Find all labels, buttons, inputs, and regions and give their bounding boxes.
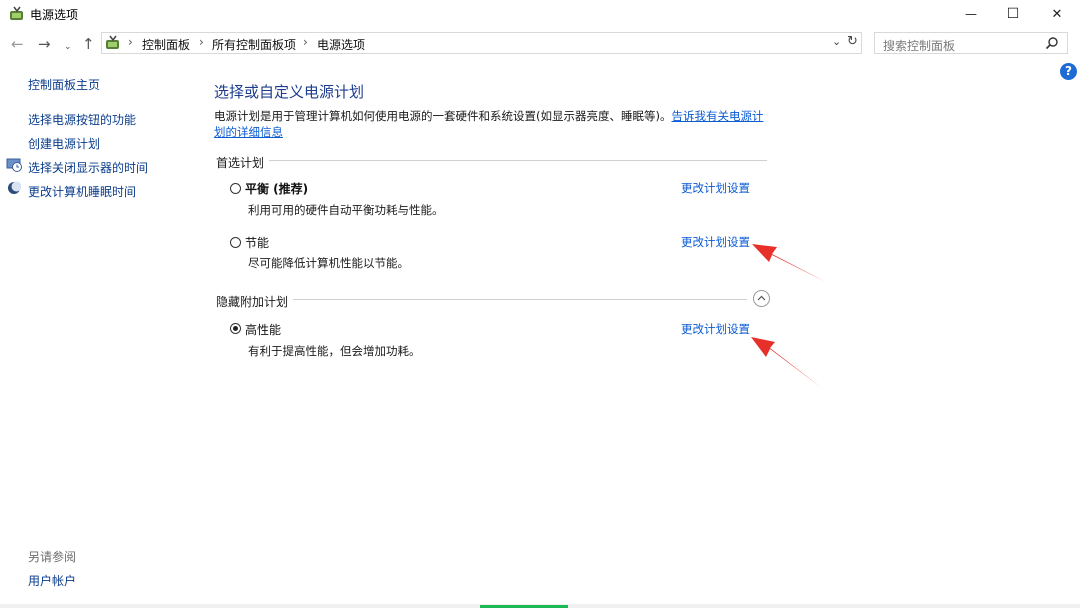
sidebar-item-home[interactable]: 控制面板主页	[28, 76, 100, 93]
change-plan-settings-link[interactable]: 更改计划设置	[681, 234, 750, 250]
chevron-up-icon	[757, 295, 766, 301]
breadcrumb-separator: ›	[128, 35, 133, 49]
hidden-plans-label: 隐藏附加计划	[216, 295, 289, 309]
breadcrumb-separator: ›	[199, 35, 204, 49]
plan-name-high-performance[interactable]: 高性能	[245, 321, 281, 338]
annotation-arrow	[752, 244, 826, 282]
preferred-plans-label: 首选计划	[216, 156, 265, 170]
annotation-arrows	[751, 244, 826, 388]
title-bar	[0, 0, 1080, 28]
forward-button[interactable]: →	[38, 35, 51, 53]
page-description: 电源计划是用于管理计算机如何使用电源的一套硬件和系统设置(如显示器亮度、睡眠等)…	[214, 108, 774, 140]
plan-radio-high-performance[interactable]	[230, 323, 241, 334]
breadcrumb-separator: ›	[303, 35, 308, 49]
help-icon[interactable]: ?	[1060, 63, 1077, 80]
divider	[293, 299, 747, 300]
collapse-button[interactable]	[753, 290, 770, 307]
description-text: 电源计划是用于管理计算机如何使用电源的一套硬件和系统设置(如显示器亮度、睡眠等)…	[214, 109, 672, 123]
plan-desc-power-saver: 尽可能降低计算机性能以节能。	[248, 256, 409, 270]
window-title: 电源选项	[30, 8, 79, 22]
back-button[interactable]: ←	[11, 35, 24, 53]
sidebar-item-sleep-time[interactable]: 更改计算机睡眠时间	[28, 183, 136, 200]
divider	[269, 160, 767, 161]
power-options-icon	[10, 6, 23, 20]
minimize-icon: —	[965, 7, 977, 21]
close-icon: ✕	[1051, 6, 1063, 22]
plan-desc-high-performance: 有利于提高性能，但会增加功耗。	[248, 344, 421, 358]
moon-icon	[8, 181, 21, 194]
chevron-down-icon[interactable]: ⌄	[832, 35, 841, 48]
change-plan-settings-link[interactable]: 更改计划设置	[681, 321, 750, 337]
sidebar-item-power-button[interactable]: 选择电源按钮的功能	[28, 111, 136, 128]
maximize-button[interactable]: ☐	[990, 0, 1036, 28]
change-plan-settings-link[interactable]: 更改计划设置	[681, 180, 750, 196]
plan-radio-power-saver[interactable]	[230, 237, 241, 248]
refresh-icon[interactable]: ↻	[847, 34, 858, 49]
search-placeholder: 搜索控制面板	[883, 39, 956, 53]
plan-radio-balanced[interactable]	[230, 183, 241, 194]
sidebar-item-display-timeout[interactable]: 选择关闭显示器的时间	[28, 159, 148, 176]
close-button[interactable]: ✕	[1034, 0, 1080, 28]
annotation-arrow	[751, 337, 822, 388]
control-panel-icon	[106, 35, 119, 49]
see-also-heading: 另请参阅	[28, 550, 77, 564]
breadcrumb-control-panel[interactable]: 控制面板	[142, 36, 190, 53]
maximize-icon: ☐	[1006, 6, 1020, 22]
plan-name-power-saver[interactable]: 节能	[245, 234, 269, 251]
recent-locations-button[interactable]: ⌄	[64, 38, 72, 56]
sidebar-item-create-plan[interactable]: 创建电源计划	[28, 135, 100, 152]
breadcrumb-all-items[interactable]: 所有控制面板项	[212, 36, 296, 53]
user-accounts-link[interactable]: 用户帐户	[28, 572, 76, 589]
page-title: 选择或自定义电源计划	[214, 83, 365, 101]
search-icon[interactable]	[1045, 36, 1059, 50]
plan-name-balanced[interactable]: 平衡 (推荐)	[245, 180, 308, 197]
breadcrumb-power-options[interactable]: 电源选项	[317, 36, 365, 53]
minimize-button[interactable]: —	[948, 0, 994, 28]
up-button[interactable]: ↑	[82, 35, 95, 53]
monitor-clock-icon	[6, 158, 22, 172]
plan-desc-balanced: 利用可用的硬件自动平衡功耗与性能。	[248, 203, 444, 217]
